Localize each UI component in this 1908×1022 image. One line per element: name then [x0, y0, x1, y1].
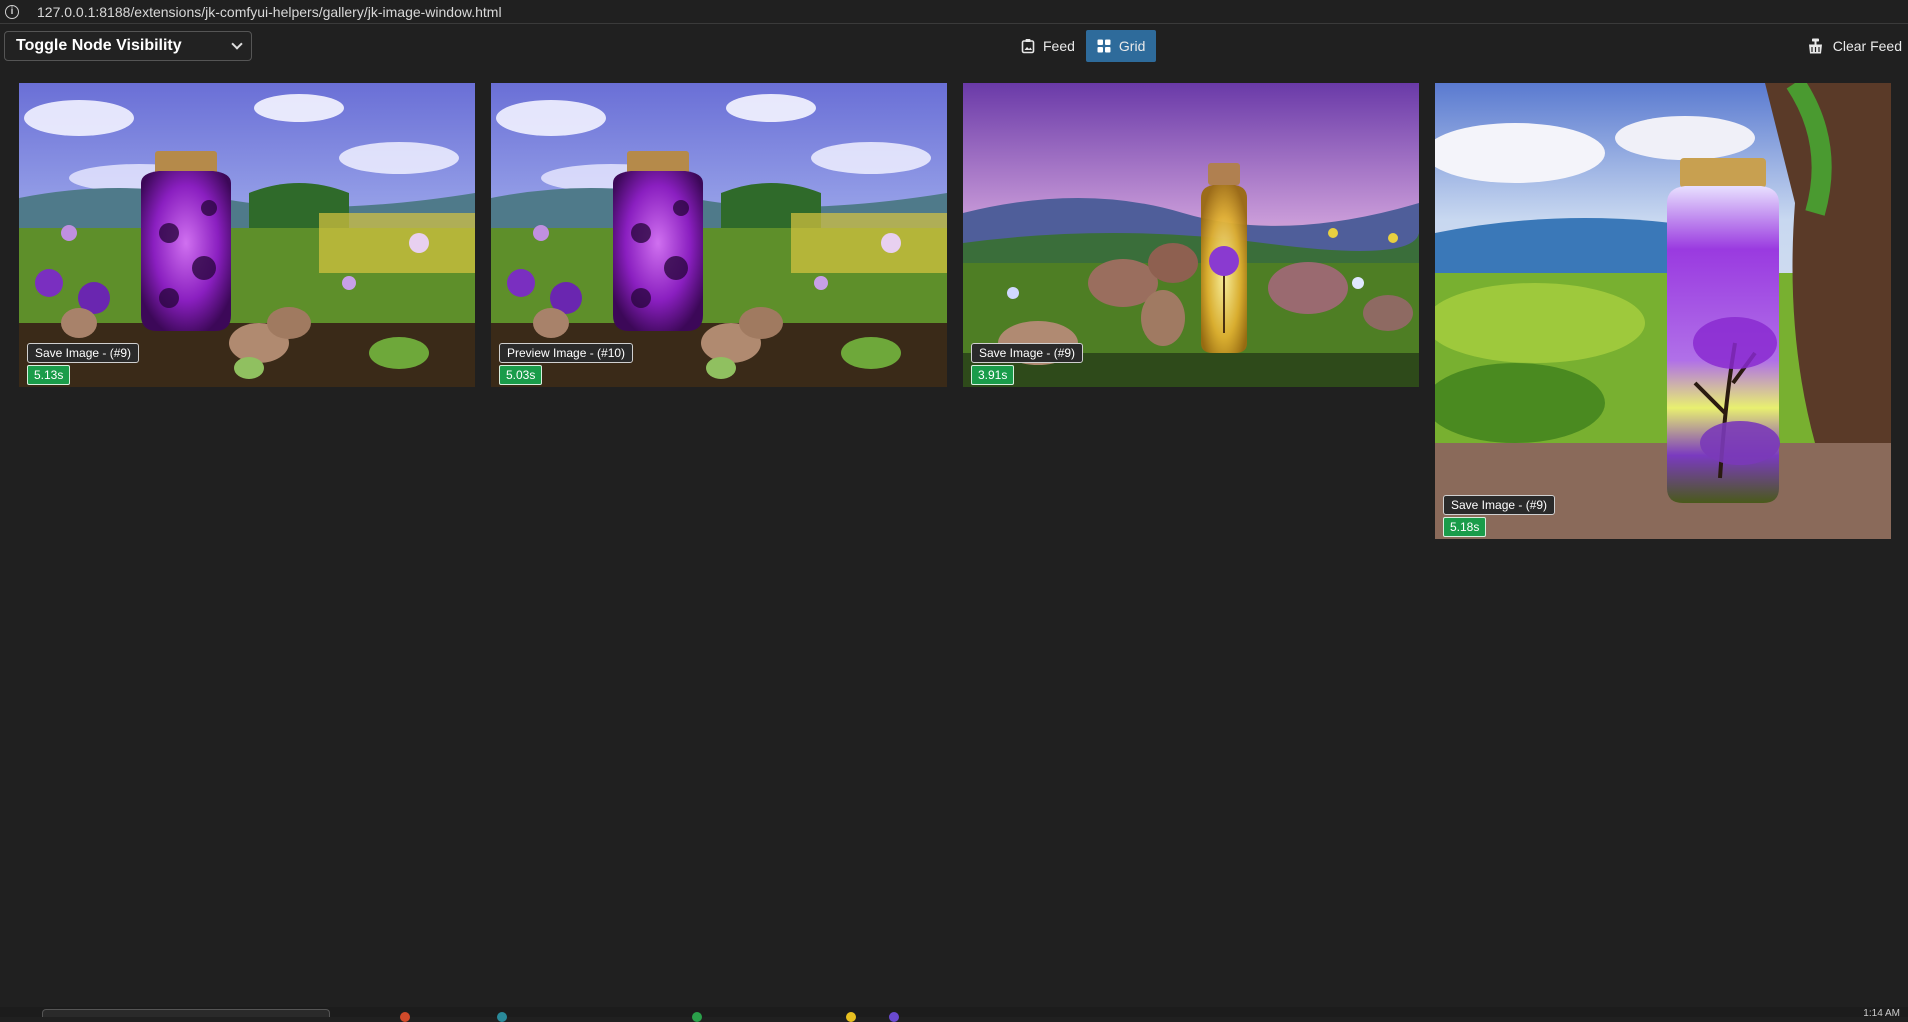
clear-feed-label: Clear Feed	[1832, 38, 1902, 54]
grid-icon	[1097, 39, 1111, 53]
broom-icon	[1808, 38, 1822, 54]
taskbar-clock[interactable]: 1:14 AM	[1863, 1009, 1900, 1019]
node-badge: Save Image - (#9)	[971, 343, 1084, 363]
time-badge: 3.91s	[971, 365, 1015, 385]
generated-image[interactable]	[963, 83, 1419, 387]
image-card[interactable]: Save Image - (#9) 5.18s	[1435, 83, 1891, 539]
time-badge: 5.13s	[27, 365, 71, 385]
info-icon[interactable]: i	[5, 4, 19, 19]
app-icon[interactable]	[497, 1012, 507, 1022]
grid-button[interactable]: Grid	[1085, 30, 1157, 62]
app-icon[interactable]	[889, 1012, 899, 1022]
node-badge: Preview Image - (#10)	[499, 343, 634, 363]
address-bar[interactable]: i 127.0.0.1:8188/extensions/jk-comfyui-h…	[0, 0, 1908, 24]
image-card[interactable]: Preview Image - (#10) 5.03s	[491, 83, 947, 387]
url-text[interactable]: 127.0.0.1:8188/extensions/jk-comfyui-hel…	[37, 4, 502, 20]
taskbar-search-box[interactable]	[42, 1009, 330, 1017]
node-badge: Save Image - (#9)	[27, 343, 140, 363]
toggle-node-visibility-dropdown[interactable]: Toggle Node Visibility	[4, 31, 252, 61]
grid-label: Grid	[1118, 38, 1146, 54]
time-badge: 5.18s	[1443, 517, 1487, 537]
app-icon[interactable]	[400, 1012, 410, 1022]
generated-image[interactable]	[19, 83, 475, 387]
chevron-down-icon	[231, 38, 243, 50]
clear-feed-button[interactable]: Clear Feed	[1807, 30, 1902, 62]
generated-image[interactable]	[491, 83, 947, 387]
dropdown-label: Toggle Node Visibility	[16, 37, 182, 54]
feed-icon	[1021, 39, 1035, 54]
toolbar: Toggle Node Visibility Feed Grid Clear F…	[0, 24, 1908, 68]
app-icon[interactable]	[846, 1012, 856, 1022]
feed-label: Feed	[1043, 38, 1075, 54]
image-card[interactable]: Save Image - (#9) 5.13s	[19, 83, 475, 387]
time-badge: 5.03s	[499, 365, 543, 385]
app-icon[interactable]	[692, 1012, 702, 1022]
node-badge: Save Image - (#9)	[1443, 495, 1556, 515]
image-card[interactable]: Save Image - (#9) 3.91s	[963, 83, 1419, 387]
feed-button[interactable]: Feed	[1010, 30, 1086, 62]
generated-image[interactable]	[1435, 83, 1891, 539]
view-toggle: Feed Grid	[1010, 30, 1157, 62]
